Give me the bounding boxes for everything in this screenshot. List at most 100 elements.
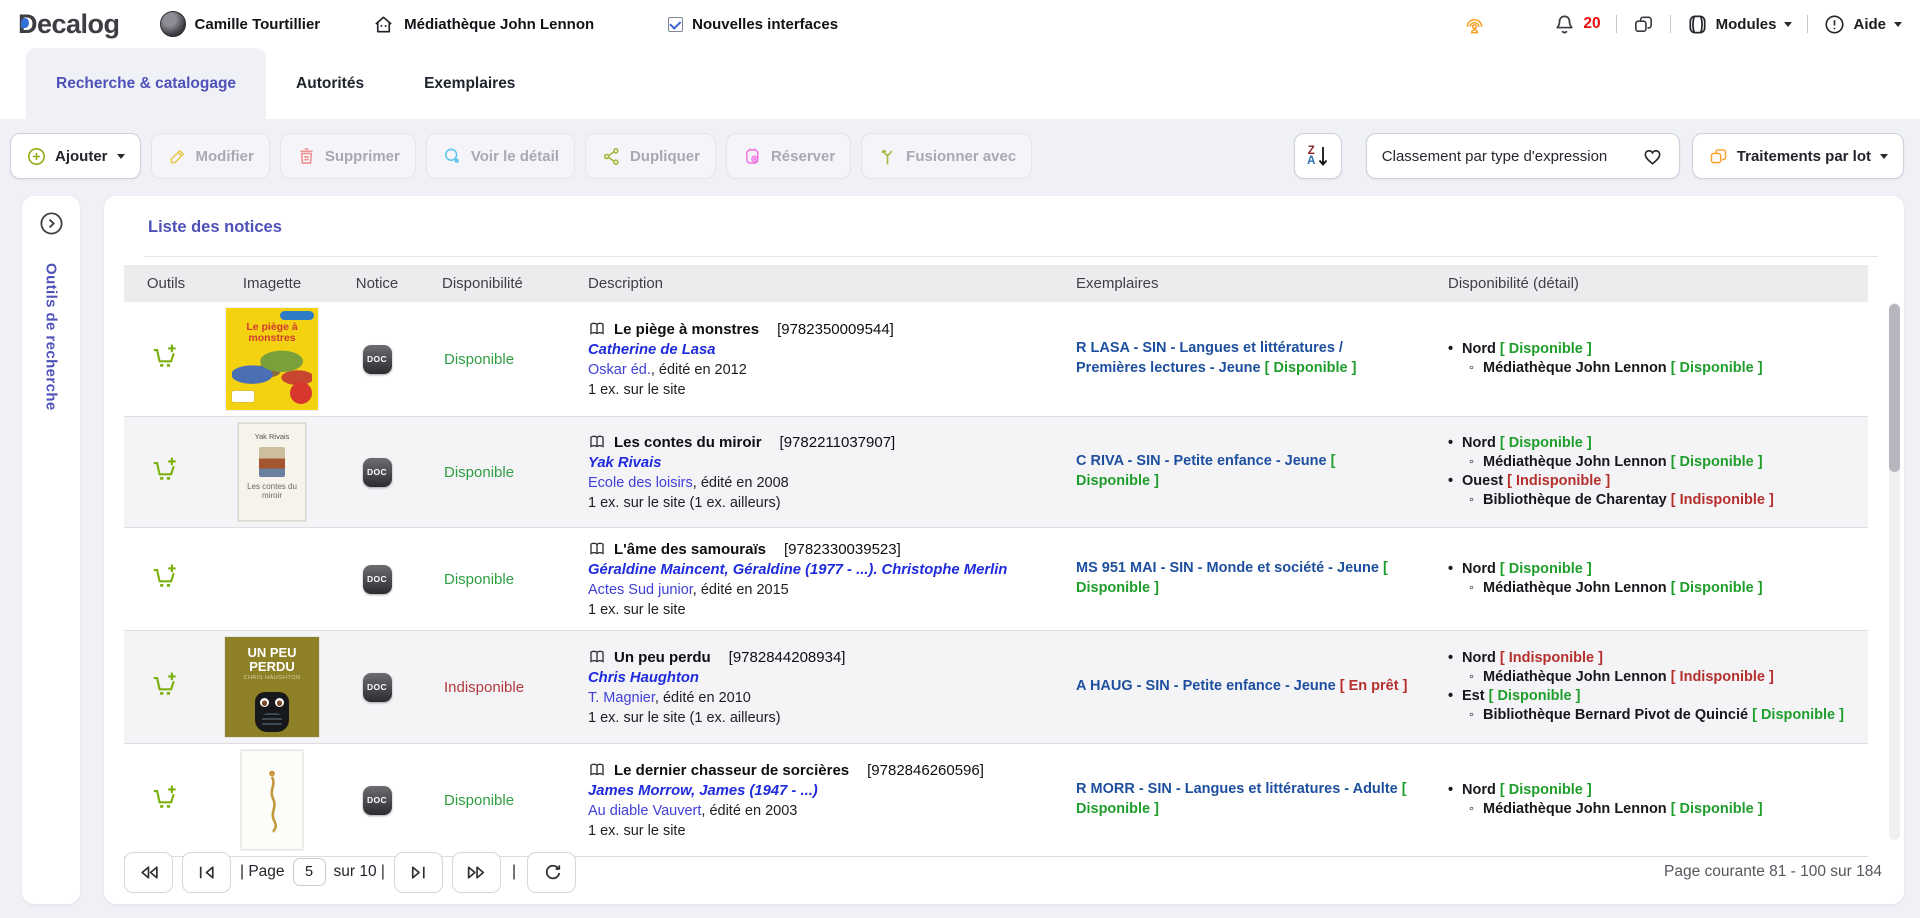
pagination-bar: | Page sur 10 | | Page courante 81 - 100… bbox=[124, 850, 1882, 894]
publisher-link[interactable]: Ecole des loisirs bbox=[588, 475, 693, 491]
book-icon bbox=[588, 540, 606, 558]
record-authors-link[interactable]: Yak Rivais bbox=[588, 455, 1042, 471]
vertical-scrollbar[interactable] bbox=[1889, 303, 1900, 840]
record-title[interactable]: Un peu perdu bbox=[614, 649, 711, 666]
exemplaire-link[interactable]: MS 951 MAI - SIN - Monde et société - Je… bbox=[1076, 560, 1383, 576]
exemplaire-link[interactable]: R MORR - SIN - Langues et littératures -… bbox=[1076, 781, 1402, 797]
previous-page-button[interactable] bbox=[182, 852, 231, 893]
record-authors-link[interactable]: Géraldine Maincent, Géraldine (1977 - ..… bbox=[588, 562, 1042, 578]
assistance-beacon-icon[interactable] bbox=[1463, 13, 1486, 36]
ajouter-button[interactable]: Ajouter bbox=[10, 133, 141, 179]
sort-direction-button[interactable]: Z A bbox=[1294, 133, 1342, 179]
classement-select[interactable]: Classement par type d'expression bbox=[1366, 133, 1680, 179]
fast-backward-button[interactable] bbox=[124, 852, 173, 893]
bullet-circle: ◦ bbox=[1467, 668, 1476, 687]
record-title[interactable]: Les contes du miroir bbox=[614, 434, 762, 451]
notifications-button[interactable]: 20 bbox=[1553, 13, 1600, 36]
detail-text: Médiathèque John Lennon [ Disponible ] bbox=[1483, 453, 1763, 472]
cover-title-text: UN PEU PERDU bbox=[225, 646, 319, 673]
expand-sidebar-button[interactable] bbox=[38, 210, 65, 237]
bullet-dot: • bbox=[1446, 560, 1455, 579]
library-name: Bibliothèque de Charentay bbox=[1483, 492, 1671, 508]
add-to-basket-icon[interactable] bbox=[151, 456, 181, 488]
cover-author-text: Yak Rivais bbox=[239, 432, 305, 441]
availability-status: [ Indisponible ] bbox=[1671, 492, 1774, 508]
region-name: Nord bbox=[1462, 650, 1500, 666]
doc-badge[interactable]: DOC bbox=[363, 786, 392, 815]
notification-count: 20 bbox=[1583, 15, 1600, 33]
book-cover-thumbnail[interactable]: Yak RivaisLes contes du miroir bbox=[238, 423, 306, 521]
doc-badge[interactable]: DOC bbox=[363, 345, 392, 374]
header-divider bbox=[1807, 15, 1808, 33]
publisher-link[interactable]: T. Magnier bbox=[588, 690, 655, 706]
exemplaire-status: [ En prêt ] bbox=[1340, 678, 1408, 694]
checkbox-checked-icon bbox=[668, 17, 683, 32]
region-availability-line: •Nord [ Disponible ] bbox=[1446, 340, 1862, 359]
library-name: Bibliothèque Bernard Pivot de Quincié bbox=[1483, 707, 1752, 723]
batch-processing-button[interactable]: Traitements par lot bbox=[1692, 133, 1904, 179]
publisher-link[interactable]: Oskar éd. bbox=[588, 362, 651, 378]
table-row: Yak RivaisLes contes du miroirDOCDisponi… bbox=[124, 417, 1868, 528]
decalog-logo[interactable]: Decalog bbox=[18, 9, 120, 40]
modules-menu[interactable]: Modules bbox=[1686, 13, 1793, 36]
region-availability-line: •Est [ Disponible ] bbox=[1446, 687, 1862, 706]
page-input[interactable] bbox=[293, 858, 326, 886]
exemplaire-link[interactable]: C RIVA - SIN - Petite enfance - Jeune bbox=[1076, 453, 1331, 469]
library-availability-line: ◦Bibliothèque Bernard Pivot de Quincié [… bbox=[1467, 706, 1862, 725]
add-to-basket-icon[interactable] bbox=[151, 671, 181, 703]
new-interfaces-toggle[interactable]: Nouvelles interfaces bbox=[668, 16, 838, 33]
library-selector[interactable]: Médiathèque John Lennon bbox=[372, 13, 594, 36]
batch-label: Traitements par lot bbox=[1737, 148, 1871, 165]
next-page-button[interactable] bbox=[394, 852, 443, 893]
supprimer-button: Supprimer bbox=[280, 133, 416, 179]
tab-autorites[interactable]: Autorités bbox=[266, 48, 394, 119]
arrow-down-icon bbox=[1318, 145, 1328, 168]
detail-text: Nord [ Disponible ] bbox=[1462, 434, 1592, 453]
record-authors-link[interactable]: Chris Haughton bbox=[588, 670, 1042, 686]
publisher-link[interactable]: Au diable Vauvert bbox=[588, 803, 701, 819]
record-title[interactable]: Le dernier chasseur de sorcières bbox=[614, 762, 849, 779]
notices-panel: Liste des notices OutilsImagetteNoticeDi… bbox=[104, 196, 1904, 904]
record-authors-link[interactable]: James Morrow, James (1947 - ...) bbox=[588, 783, 1042, 799]
pages-icon[interactable] bbox=[1632, 13, 1655, 36]
dupliquer-button: Dupliquer bbox=[585, 133, 716, 179]
row-notice-cell: DOC bbox=[336, 565, 418, 594]
column-header-exemplaires: Exemplaires bbox=[1052, 275, 1424, 292]
book-cover-thumbnail[interactable] bbox=[241, 750, 303, 850]
column-header-outils: Outils bbox=[124, 275, 208, 292]
exemplaire-link[interactable]: A HAUG - SIN - Petite enfance - Jeune bbox=[1076, 678, 1340, 694]
record-title[interactable]: Le piège à monstres bbox=[614, 321, 759, 338]
book-cover-thumbnail[interactable]: Le piège à monstres bbox=[226, 308, 318, 410]
fast-forward-button[interactable] bbox=[452, 852, 501, 893]
library-name: Médiathèque John Lennon bbox=[404, 16, 594, 33]
add-to-basket-icon[interactable] bbox=[151, 784, 181, 816]
record-authors-link[interactable]: Catherine de Lasa bbox=[588, 342, 1042, 358]
doc-badge[interactable]: DOC bbox=[363, 673, 392, 702]
doc-badge[interactable]: DOC bbox=[363, 458, 392, 487]
tab-exemplaires[interactable]: Exemplaires bbox=[394, 48, 545, 119]
vertical-scrollbar-thumb[interactable] bbox=[1889, 304, 1900, 472]
record-title[interactable]: L'âme des samouraïs bbox=[614, 541, 766, 558]
add-to-basket-icon[interactable] bbox=[151, 563, 181, 595]
publisher-link[interactable]: Actes Sud junior bbox=[588, 582, 693, 598]
row-availability-detail-cell: •Nord [ Disponible ]◦Médiathèque John Le… bbox=[1424, 434, 1868, 509]
detail-text: Nord [ Disponible ] bbox=[1462, 340, 1592, 359]
alert-circle-icon bbox=[1823, 13, 1846, 36]
record-isbn: [9782330039523] bbox=[784, 541, 901, 558]
bullet-dot: • bbox=[1446, 434, 1455, 453]
bullet-circle: ◦ bbox=[1467, 706, 1476, 725]
button-label: Voir le détail bbox=[471, 148, 559, 165]
row-availability-cell: Disponible bbox=[418, 571, 564, 588]
help-menu[interactable]: Aide bbox=[1823, 13, 1902, 36]
pencil-icon bbox=[167, 146, 188, 167]
add-to-basket-icon[interactable] bbox=[151, 343, 181, 375]
table-row: UN PEU PERDUCHRIS HAUGHTONDOCIndisponibl… bbox=[124, 631, 1868, 744]
tab-recherche-catalogage[interactable]: Recherche & catalogage bbox=[26, 48, 266, 119]
row-description-cell: Le piège à monstres[9782350009544]Cather… bbox=[564, 320, 1052, 398]
user-menu[interactable]: Camille Tourtillier bbox=[160, 11, 321, 37]
book-cover-thumbnail[interactable]: UN PEU PERDUCHRIS HAUGHTON bbox=[225, 637, 319, 737]
doc-badge[interactable]: DOC bbox=[363, 565, 392, 594]
refresh-button[interactable] bbox=[527, 852, 576, 893]
new-interfaces-label: Nouvelles interfaces bbox=[692, 16, 838, 33]
reserve-icon bbox=[742, 146, 763, 167]
